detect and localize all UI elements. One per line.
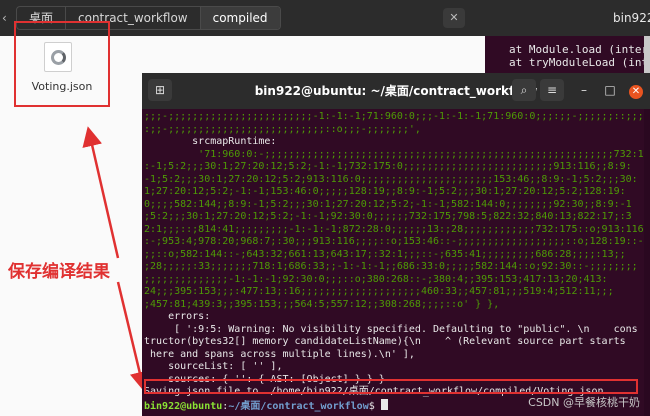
output-line: here and spans across multiple lines).\n…	[144, 348, 415, 360]
text-cursor	[380, 398, 388, 410]
output-line: 2:1;;;::;814:41;;;;;;;;;-1:-1:-1;872:28:…	[144, 223, 644, 235]
output-line: ;28;;;;;:33;;;;;;;718:1;686:33;;-1:-1:-1…	[144, 261, 638, 272]
output-line: ;5:2;;;30:1;27:20:12;5:2;-1:-1;92:30:0;;…	[144, 211, 632, 222]
breadcrumb-compiled[interactable]: compiled	[200, 7, 280, 29]
output-line: tructor(bytes32[] memory candidateListNa…	[144, 336, 626, 347]
output-line: sourceList: [ '' ],	[144, 361, 283, 372]
search-icon[interactable]: ⌕	[512, 79, 536, 101]
output-line: sources: { '': { AST: [Object] } } }	[144, 373, 385, 385]
output-line: ;;;;;;;;;;;;;;-1:-1:-1;92:30:0;;;::o;380…	[144, 273, 608, 285]
output-line: ;;::o;582:144::-;643:32;661:13;643:17;:3…	[144, 248, 626, 260]
prompt-path: ~/桌面/contract_workflow	[228, 400, 369, 412]
prompt-symbol: $	[368, 400, 375, 412]
scrollbar[interactable]	[644, 36, 650, 76]
output-line: ;457:81;439:3;;395:153;;;564:5;557:12;;3…	[144, 298, 500, 310]
output-line: ;;;-;;;;;;;;;;;;;;;;;;;;;;;;-1:-1:-1;71:…	[144, 111, 650, 122]
output-line: [ ':9:5: Warning: No visibility specifie…	[144, 323, 638, 335]
terminal-header: ⊞ bin922@ubuntu: ~/桌面/contract_workflow …	[142, 73, 650, 109]
output-line: srcmapRuntime:	[144, 136, 277, 147]
output-line: at Module.load (interna	[509, 43, 650, 56]
prompt-user: bin922@ubuntu	[144, 400, 223, 412]
output-line: 1;27:20:12;5:2;-1:-1;153:46:0;;;;;128:19…	[144, 186, 626, 197]
background-terminal-header: bin922@	[485, 0, 650, 36]
background-terminal: bin922@ at Module.load (internaat tryMod…	[485, 0, 650, 76]
file-name-label[interactable]: Voting.json	[14, 80, 110, 93]
scrollbar[interactable]	[644, 109, 650, 416]
background-terminal-output: at Module.load (interna at tryModuleLoad …	[485, 36, 650, 69]
terminal-output[interactable]: ;;;-;;;;;;;;;;;;;;;;;;;;;;;;-1:-1:-1;71:…	[142, 109, 650, 413]
terminal-window: ⊞ bin922@ubuntu: ~/桌面/contract_workflow …	[142, 73, 650, 416]
output-line: errors:	[144, 311, 211, 322]
close-icon[interactable]: ✕	[624, 79, 648, 101]
output-line: 24;;;395:153;;;:477:13;:16;;;;;;;;;;;;;;…	[144, 286, 614, 297]
close-icon[interactable]: ✕	[443, 8, 465, 28]
hamburger-menu-icon[interactable]: ≡	[540, 79, 564, 101]
json-file-icon[interactable]	[44, 42, 72, 72]
minimize-icon[interactable]: –	[572, 79, 596, 101]
view-buttons: ✕	[443, 8, 465, 28]
output-line: :-1;5:2;;;30:1;27:20:12;5:2;-1:-1;732:17…	[144, 161, 632, 172]
output-line: -1;5:2;;;30:1;27:20:12;5:2;913:116:0;;;;…	[144, 173, 638, 185]
annotation-text: 保存编译结果	[8, 262, 110, 282]
background-terminal-title: bin922@	[613, 11, 650, 25]
output-line: :-;953:4;978:20;968:7;:30;;;913:116;;;;:…	[144, 236, 650, 247]
output-line: '71:960:0:-;;;;;;;;;;;;;;;;;;;;;;;;;;;;;…	[144, 148, 650, 160]
maximize-icon[interactable]: □	[598, 79, 622, 101]
output-line: at tryModuleLoad (inte	[509, 56, 650, 69]
output-line: 0;;;;582:144;;8:9:-1;5:2;;;30:1;27:20:12…	[144, 198, 632, 210]
watermark: CSDN @早餐核桃干奶	[528, 396, 640, 409]
output-line: :;;-;;;;;;;;;;;;;;;;;;;;;;;;;;::o;;;-;;;…	[144, 123, 421, 135]
